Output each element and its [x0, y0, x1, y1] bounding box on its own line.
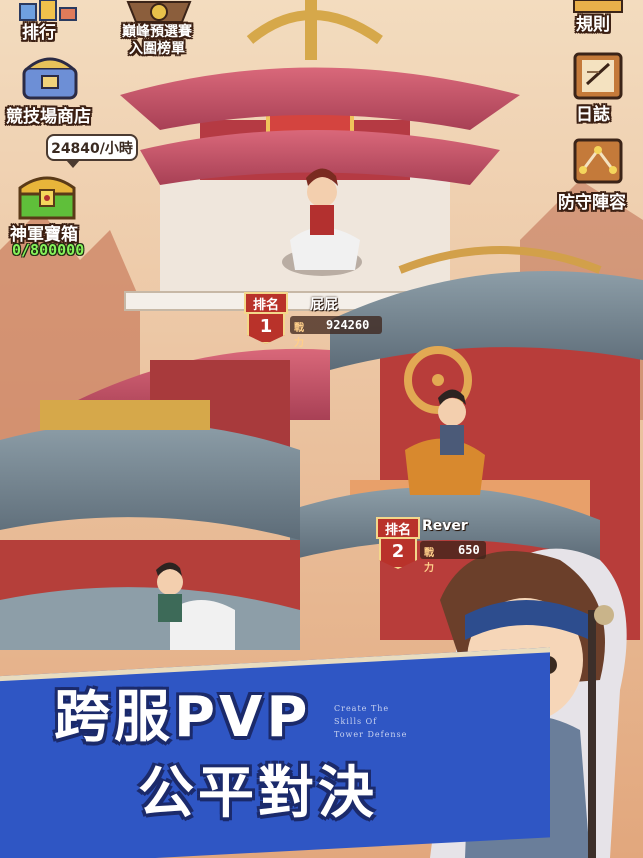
rank-2-power: 650 — [458, 543, 480, 557]
defense-formation-icon — [573, 138, 623, 184]
peak-qualifier-button[interactable]: 巔峰預選賽 入圍榜單 — [116, 0, 202, 62]
promo-headline-line1: 跨服PVP — [54, 685, 312, 750]
defense-lineup-button[interactable]: 防守陣容 — [556, 136, 640, 213]
defense-label: 防守陣容 — [558, 193, 626, 213]
rank-1-title: 排名 — [244, 292, 288, 314]
pvp-shop-label: 競技場商店 — [6, 107, 91, 127]
pvp-shop-button[interactable]: 競技場商店 — [4, 54, 100, 130]
chest-progress-text: 0/800000 — [12, 241, 85, 259]
trophy-emblem-icon — [126, 1, 192, 23]
rank-1-name: 屁屁 — [310, 297, 338, 313]
shop-icon — [22, 57, 78, 100]
rank-1-power-label: 戰力 — [294, 323, 304, 349]
rules-button[interactable]: 規則 — [563, 0, 633, 36]
ranking-button[interactable]: 排行 — [8, 0, 88, 44]
event-label-line2: 入圍榜單 — [129, 41, 185, 57]
rank-1-power: 924260 — [326, 318, 370, 332]
treasure-chest-icon — [18, 176, 76, 220]
log-label: 日誌 — [576, 105, 610, 125]
rank-2-name: Rever — [422, 518, 468, 534]
rank-2-power-label: 戰力 — [424, 548, 434, 574]
promo-mini-line2: Skills Of — [334, 717, 378, 726]
rules-label: 規則 — [576, 15, 610, 35]
log-book-icon — [573, 52, 623, 100]
ranking-label: 排行 — [22, 23, 56, 43]
promo-mini-line1: Create The — [334, 704, 390, 713]
promo-headline-line2: 公平對決 — [138, 761, 378, 826]
rank-2-title: 排名 — [376, 517, 420, 539]
event-label-line1: 巔峰預選賽 — [122, 24, 192, 40]
chest-rate-bubble: 24840/小時 — [46, 134, 138, 168]
log-button[interactable]: 日誌 — [563, 50, 633, 126]
promo-mini-line3: Tower Defense — [334, 730, 408, 739]
